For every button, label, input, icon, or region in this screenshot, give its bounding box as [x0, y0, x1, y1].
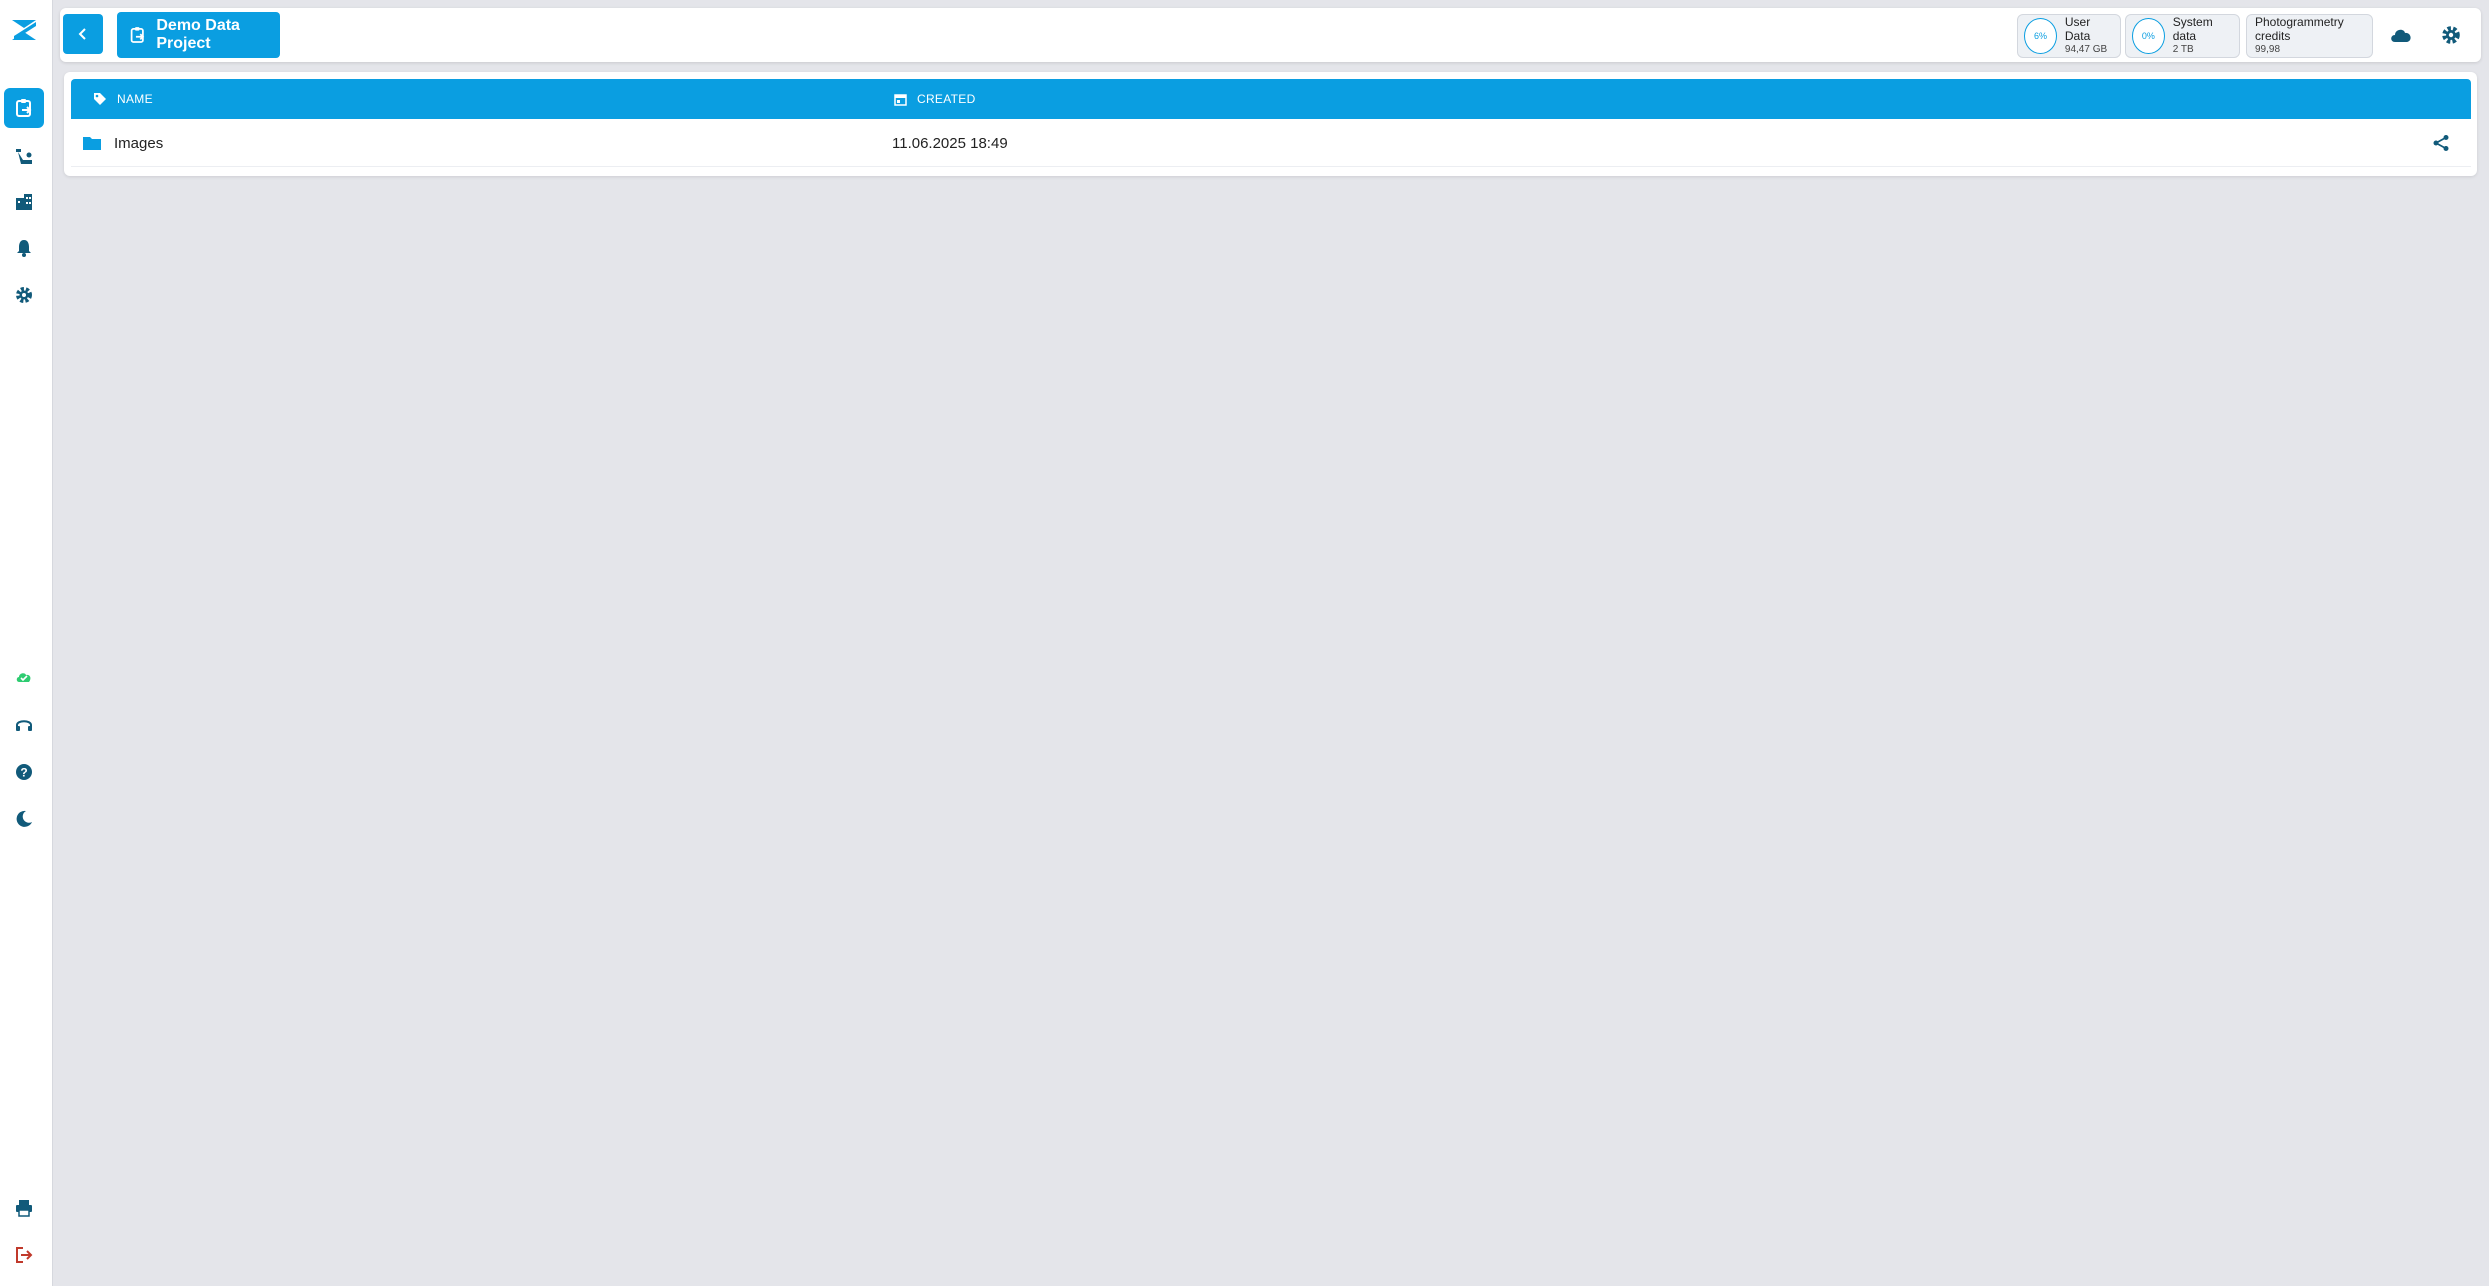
user-data-title: User Data — [2064, 15, 2091, 43]
share-button[interactable] — [2432, 119, 2450, 167]
help-circle-icon: ? — [16, 764, 32, 780]
sidebar-item-organizations[interactable] — [4, 182, 44, 222]
system-data-title: System data — [2172, 15, 2213, 43]
app-logo[interactable] — [6, 14, 42, 46]
share-icon — [2433, 135, 2449, 151]
buildings-icon — [16, 194, 32, 210]
sidebar-item-projects[interactable] — [4, 88, 44, 128]
sidebar: ? — [0, 0, 53, 1286]
logout-icon — [16, 1247, 33, 1263]
column-header-name[interactable]: NAME — [93, 79, 153, 119]
files-table: NAME CREATED Images 11.06.2025 18:49 — [64, 72, 2477, 176]
photogrammetry-credits-stat[interactable]: Photogrammetry credits 99,98 — [2246, 14, 2373, 58]
cloud-button[interactable] — [2388, 22, 2414, 48]
table-row[interactable]: Images 11.06.2025 18:49 — [71, 119, 2471, 167]
folder-icon — [83, 137, 101, 150]
column-header-created[interactable]: CREATED — [894, 79, 976, 119]
credits-title: Photogrammetry credits — [2255, 15, 2344, 43]
row-name: Images — [114, 134, 164, 152]
calendar-icon — [894, 93, 907, 106]
sidebar-item-notifications[interactable] — [4, 228, 44, 268]
row-name-cell: Images — [82, 119, 163, 167]
system-data-stat[interactable]: 0% System data 2 TB — [2125, 14, 2240, 58]
system-data-value: 2 TB — [2172, 44, 2194, 55]
clipboard-share-icon — [16, 99, 32, 117]
table-header: NAME CREATED — [71, 79, 2471, 119]
back-button[interactable] — [63, 14, 103, 54]
project-title-button[interactable]: Demo Data Project — [117, 12, 280, 58]
column-label-created: CREATED — [917, 92, 976, 106]
clipboard-share-icon — [130, 27, 145, 43]
column-label-name: NAME — [117, 92, 153, 106]
tag-icon — [94, 93, 106, 105]
moon-icon — [16, 810, 32, 827]
user-data-value: 94,47 GB — [2064, 44, 2108, 55]
gear-icon — [2442, 26, 2460, 44]
user-data-stat[interactable]: 6% User Data 94,47 GB — [2017, 14, 2121, 58]
cloud-check-icon — [16, 673, 31, 682]
sidebar-item-dark-mode[interactable] — [4, 799, 44, 839]
gear-icon — [16, 287, 32, 303]
user-data-progress-ring: 6% — [2024, 18, 2057, 54]
chevron-left-icon — [78, 28, 86, 40]
svg-text:?: ? — [20, 766, 27, 780]
sidebar-item-logout[interactable] — [4, 1235, 44, 1275]
row-created: 11.06.2025 18:49 — [892, 134, 1008, 152]
sidebar-item-cloud-status[interactable] — [4, 657, 44, 697]
header-settings-button[interactable] — [2438, 22, 2464, 48]
headset-icon — [16, 720, 32, 731]
sidebar-item-devices[interactable] — [4, 136, 44, 176]
print-icon — [16, 1200, 32, 1217]
sidebar-item-settings[interactable] — [4, 275, 44, 315]
cloud-icon — [2391, 29, 2411, 42]
row-created-cell: 11.06.2025 18:49 — [892, 119, 1008, 167]
credits-value: 99,98 — [2255, 44, 2281, 55]
sidebar-item-help[interactable]: ? — [4, 752, 44, 792]
sidebar-item-support[interactable] — [4, 705, 44, 745]
system-data-progress-ring: 0% — [2132, 18, 2165, 54]
project-title: Demo Data Project — [156, 17, 240, 52]
bell-icon — [17, 240, 31, 257]
sidebar-item-print[interactable] — [4, 1188, 44, 1228]
top-header: Demo Data Project 6% User Data 94,47 GB … — [60, 8, 2481, 62]
drone-icon — [16, 149, 32, 164]
